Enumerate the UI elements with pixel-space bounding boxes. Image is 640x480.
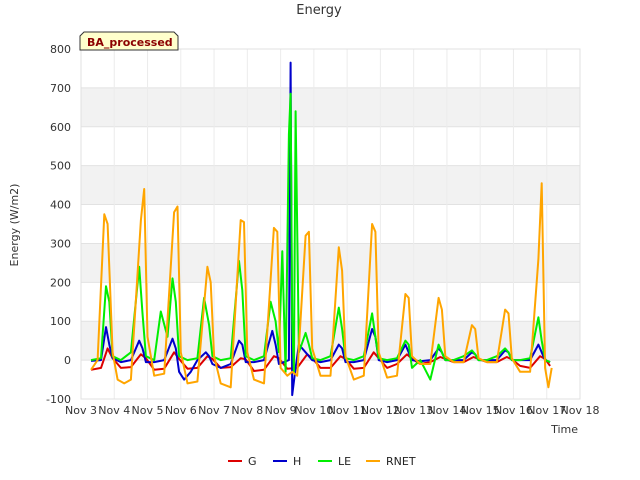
legend-label-rnet: RNET <box>386 455 416 468</box>
x-tick-label: Nov 6 <box>165 404 197 417</box>
y-tick-label: 100 <box>50 315 71 328</box>
x-tick-label: Nov 8 <box>231 404 263 417</box>
legend-label-g: G <box>248 455 257 468</box>
y-tick-label: 200 <box>50 276 71 289</box>
x-tick-label: Nov 4 <box>98 404 130 417</box>
y-axis-title: Energy (W/m2) <box>8 184 21 267</box>
x-tick-label: Nov 9 <box>265 404 297 417</box>
background-band <box>81 87 580 127</box>
x-tick-label: Nov 7 <box>198 404 230 417</box>
x-axis-title: Time <box>550 423 578 436</box>
energy-chart: -1000100200300400500600700800 Nov 3 Nov 4… <box>8 3 599 468</box>
badge-label: BA_processed <box>87 36 173 49</box>
y-tick-label: 700 <box>50 82 71 95</box>
y-tick-label: 500 <box>50 160 71 173</box>
x-tick-label: Nov 3 <box>65 404 97 417</box>
legend: G H LE RNET <box>228 455 416 468</box>
y-tick-label: 600 <box>50 121 71 134</box>
y-tick-labels: -1000100200300400500600700800 <box>46 43 71 406</box>
legend-label-h: H <box>293 455 301 468</box>
x-tick-labels: Nov 3 Nov 4 Nov 5 Nov 6 Nov 7 Nov 8 Nov 9 Nov 1… <box>65 404 599 417</box>
y-tick-label: 800 <box>50 43 71 56</box>
x-tick-label: Nov 18 <box>561 404 600 417</box>
y-tick-label: 300 <box>50 237 71 250</box>
y-tick-label: 0 <box>64 354 71 367</box>
background-band <box>81 165 580 205</box>
y-tick-label: 400 <box>50 199 71 212</box>
background-bands <box>81 87 580 361</box>
chart-title: Energy <box>296 3 342 18</box>
badge: BA_processed <box>79 31 179 51</box>
x-tick-label: Nov 5 <box>132 404 164 417</box>
background-band <box>81 243 580 283</box>
legend-label-le: LE <box>338 455 351 468</box>
